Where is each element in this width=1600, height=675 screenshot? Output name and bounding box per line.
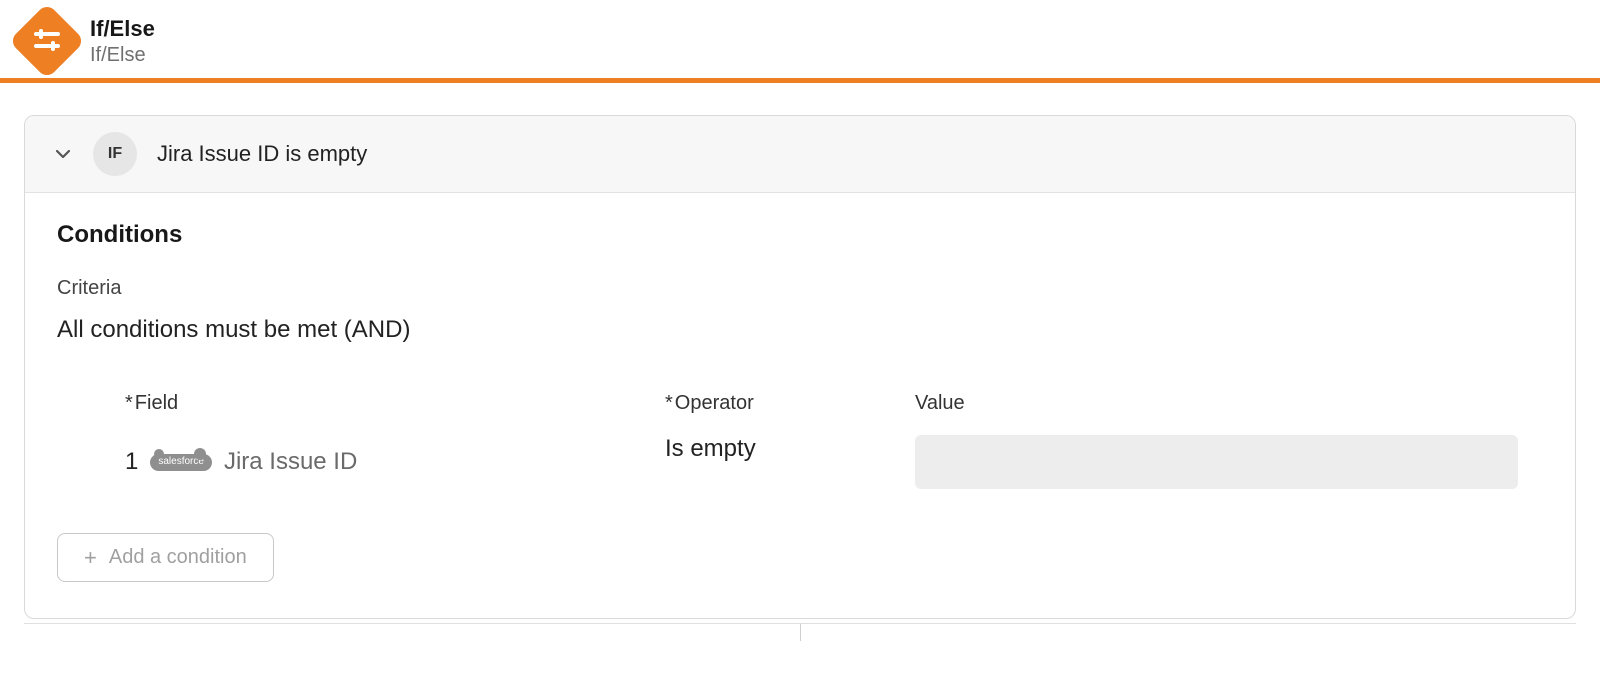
if-branch-panel: IF Jira Issue ID is empty Conditions Cri…	[24, 115, 1576, 619]
add-condition-label: Add a condition	[109, 546, 247, 569]
panel-body: Conditions Criteria All conditions must …	[25, 193, 1575, 618]
divider	[0, 78, 1600, 83]
node-header: If/Else If/Else	[0, 0, 1600, 78]
criteria-label: Criteria	[57, 277, 1543, 300]
condition-row-number: 1	[125, 448, 138, 476]
add-condition-button[interactable]: + Add a condition	[57, 533, 274, 582]
node-title: If/Else	[90, 16, 155, 42]
panel-header[interactable]: IF Jira Issue ID is empty	[25, 116, 1575, 193]
condition-value-input[interactable]	[915, 435, 1518, 489]
salesforce-icon: salesforce	[150, 454, 212, 471]
branch-title: Jira Issue ID is empty	[157, 141, 367, 167]
conditions-heading: Conditions	[57, 221, 1543, 249]
condition-operator-cell[interactable]: Is empty	[665, 435, 915, 489]
col-header-value: Value	[915, 392, 1543, 415]
criteria-value[interactable]: All conditions must be met (AND)	[57, 316, 1543, 344]
plus-icon: +	[84, 547, 97, 569]
col-header-operator: Operator	[665, 392, 915, 415]
chevron-down-icon[interactable]	[53, 144, 73, 164]
horizontal-scrollbar[interactable]	[24, 623, 1576, 641]
col-header-field: Field	[125, 392, 665, 415]
if-badge: IF	[93, 132, 137, 176]
condition-field-name: Jira Issue ID	[224, 448, 357, 476]
if-else-icon	[9, 3, 85, 79]
node-subtitle: If/Else	[90, 44, 155, 67]
conditions-table: Field Operator Value 1 salesforce Jira I…	[57, 392, 1543, 489]
condition-field-cell[interactable]: 1 salesforce Jira Issue ID	[125, 435, 665, 489]
